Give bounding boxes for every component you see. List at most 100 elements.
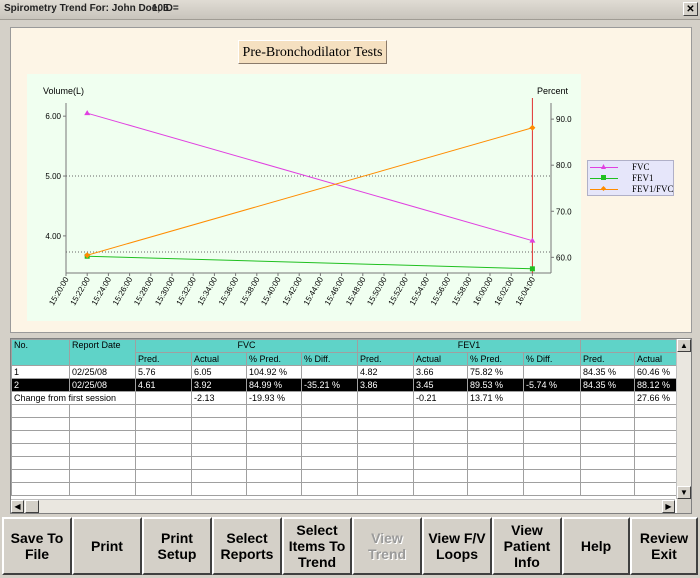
empty-cell <box>69 482 136 496</box>
empty-cell <box>69 430 136 444</box>
empty-table-row <box>11 456 691 470</box>
empty-cell <box>413 443 468 457</box>
table-subheader: % Diff. <box>523 352 581 366</box>
empty-cell <box>135 456 192 470</box>
header-fvc: FVC <box>135 339 358 353</box>
scroll-right-icon[interactable]: ▶ <box>662 500 675 513</box>
review-exit-button[interactable]: Review Exit <box>630 517 698 575</box>
header-fev1: FEV1 <box>357 339 581 353</box>
table-cell: 1 <box>11 365 70 379</box>
scroll-left-icon[interactable]: ◀ <box>11 500 24 513</box>
scroll-down-icon[interactable]: ▼ <box>677 486 691 499</box>
horizontal-scrollbar[interactable]: ◀ ▶ <box>11 499 675 513</box>
empty-cell <box>69 417 136 431</box>
empty-cell <box>580 482 635 496</box>
print-button[interactable]: Print <box>72 517 142 575</box>
data-point-fev1 <box>529 266 535 272</box>
empty-cell <box>246 404 302 418</box>
empty-table-row <box>11 404 691 418</box>
empty-table-row <box>11 469 691 483</box>
table-cell: 84.99 % <box>246 378 302 392</box>
empty-cell <box>191 430 247 444</box>
table-cell <box>523 365 581 379</box>
y-right-tick-label: 80.0 <box>556 161 572 170</box>
empty-cell <box>413 404 468 418</box>
empty-cell <box>11 456 70 470</box>
select-items-to-trend-button[interactable]: Select Items To Trend <box>282 517 352 575</box>
empty-cell <box>11 482 70 496</box>
series-line-fev1 <box>87 255 533 270</box>
x-tick-label: 15:58:00 <box>450 275 474 307</box>
x-tick-label: 15:22:00 <box>69 275 93 307</box>
empty-cell <box>301 482 358 496</box>
scroll-thumb[interactable] <box>25 500 39 513</box>
empty-cell <box>69 469 136 483</box>
empty-cell <box>580 456 635 470</box>
view-patient-info-button[interactable]: View Patient Info <box>492 517 562 575</box>
view-trend-button[interactable]: View Trend <box>352 517 422 575</box>
y-left-tick-label: 5.00 <box>45 172 61 181</box>
help-button[interactable]: Help <box>562 517 630 575</box>
y-right-tick-label: 90.0 <box>556 115 572 124</box>
empty-cell <box>191 482 247 496</box>
trend-chart: Volume(L) Percent 6.00 5.00 4.00 90.0 80.0 70.0… <box>43 86 572 307</box>
empty-cell <box>580 443 635 457</box>
legend-label-fvc: FVC <box>632 162 650 172</box>
table-row[interactable]: 1 02/25/08 5.76 6.05 104.92 % 4.82 3.66 75.82 %… <box>11 365 691 379</box>
x-tick-label: 15:42:00 <box>281 275 305 307</box>
table-row[interactable]: 2 02/25/08 4.61 3.92 84.99 % -35.21 % 3.86 3.45… <box>11 378 691 392</box>
empty-cell <box>357 430 414 444</box>
table-cell: -35.21 % <box>301 378 358 392</box>
x-tick-label: 15:44:00 <box>302 275 326 307</box>
y-left-tick-label: 4.00 <box>45 232 61 241</box>
print-setup-button[interactable]: Print Setup <box>142 517 212 575</box>
table-subheader: % Pred. <box>467 352 524 366</box>
save-to-file-button[interactable]: Save To File <box>2 517 72 575</box>
title-bar: Spirometry Trend For: John Doe, ID= 105 … <box>0 0 700 20</box>
table-cell: 3.92 <box>191 378 247 392</box>
empty-cell <box>246 443 302 457</box>
empty-cell <box>191 417 247 431</box>
table-cell: 3.66 <box>413 365 468 379</box>
x-tick-label: 16:04:00 <box>514 275 538 307</box>
table-cell: 6.05 <box>191 365 247 379</box>
table-cell <box>135 391 192 405</box>
y-left-tick-label: 6.00 <box>45 112 61 121</box>
empty-cell <box>413 430 468 444</box>
empty-cell <box>357 404 414 418</box>
table-cell: -19.93 % <box>246 391 302 405</box>
patient-id: 105 <box>152 3 169 14</box>
empty-cell <box>523 417 581 431</box>
empty-table-row <box>11 482 691 496</box>
series-line-fvc <box>87 112 533 242</box>
report-table: No. Report Date FVC FEV1 Pred. Actual% Pred.%… <box>11 339 691 496</box>
x-tick-label: 15:52:00 <box>387 275 411 307</box>
empty-cell <box>413 417 468 431</box>
empty-cell <box>135 482 192 496</box>
x-tick-label: 15:38:00 <box>238 275 262 307</box>
table-cell <box>301 365 358 379</box>
scroll-up-icon[interactable]: ▲ <box>677 339 691 352</box>
x-tick-label: 16:02:00 <box>493 275 517 307</box>
x-tick-label: 15:46:00 <box>323 275 347 307</box>
empty-cell <box>467 404 524 418</box>
select-reports-button[interactable]: Select Reports <box>212 517 282 575</box>
table-cell: 89.53 % <box>467 378 524 392</box>
empty-cell <box>11 443 70 457</box>
table-cell: 3.45 <box>413 378 468 392</box>
vertical-scrollbar[interactable]: ▲ ▼ <box>676 339 691 499</box>
table-row[interactable]: Change from first session -2.13 -19.93 % -0… <box>11 391 691 405</box>
empty-cell <box>11 404 70 418</box>
empty-cell <box>135 443 192 457</box>
empty-cell <box>246 469 302 483</box>
header-no: No. <box>11 339 70 366</box>
close-icon[interactable]: ✕ <box>683 2 698 16</box>
table-cell: 75.82 % <box>467 365 524 379</box>
x-tick-label: 15:24:00 <box>90 275 114 307</box>
report-table-panel: No. Report Date FVC FEV1 Pred. Actual% Pred.%… <box>10 338 692 514</box>
x-tick-label: 15:40:00 <box>259 275 283 307</box>
empty-cell <box>523 443 581 457</box>
empty-cell <box>246 482 302 496</box>
x-tick-label: 15:50:00 <box>365 275 389 307</box>
view-fv-loops-button[interactable]: View F/V Loops <box>422 517 492 575</box>
